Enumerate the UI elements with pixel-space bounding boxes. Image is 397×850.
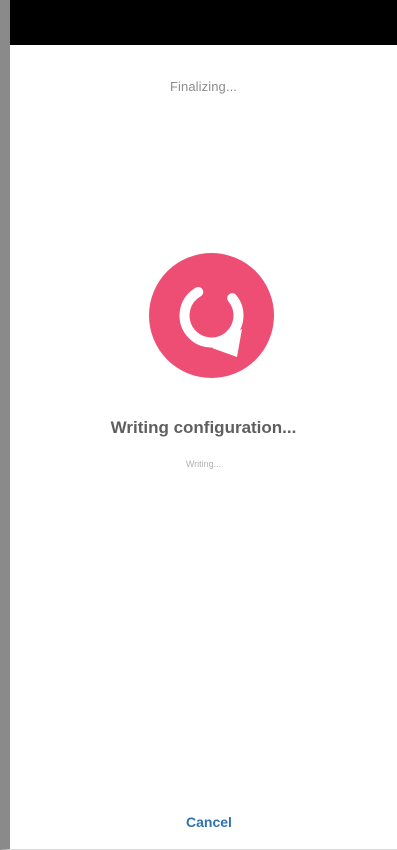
page-title: Finalizing...: [169, 79, 238, 94]
status-bar: [10, 0, 397, 45]
refresh-arrow-icon: [149, 253, 274, 378]
progress-title: Writing configuration...: [110, 418, 297, 437]
progress-status: Writing...: [185, 459, 222, 469]
app-screen: Finalizing... Writing configuration... W…: [0, 0, 397, 850]
cancel-button[interactable]: Cancel: [169, 811, 249, 833]
